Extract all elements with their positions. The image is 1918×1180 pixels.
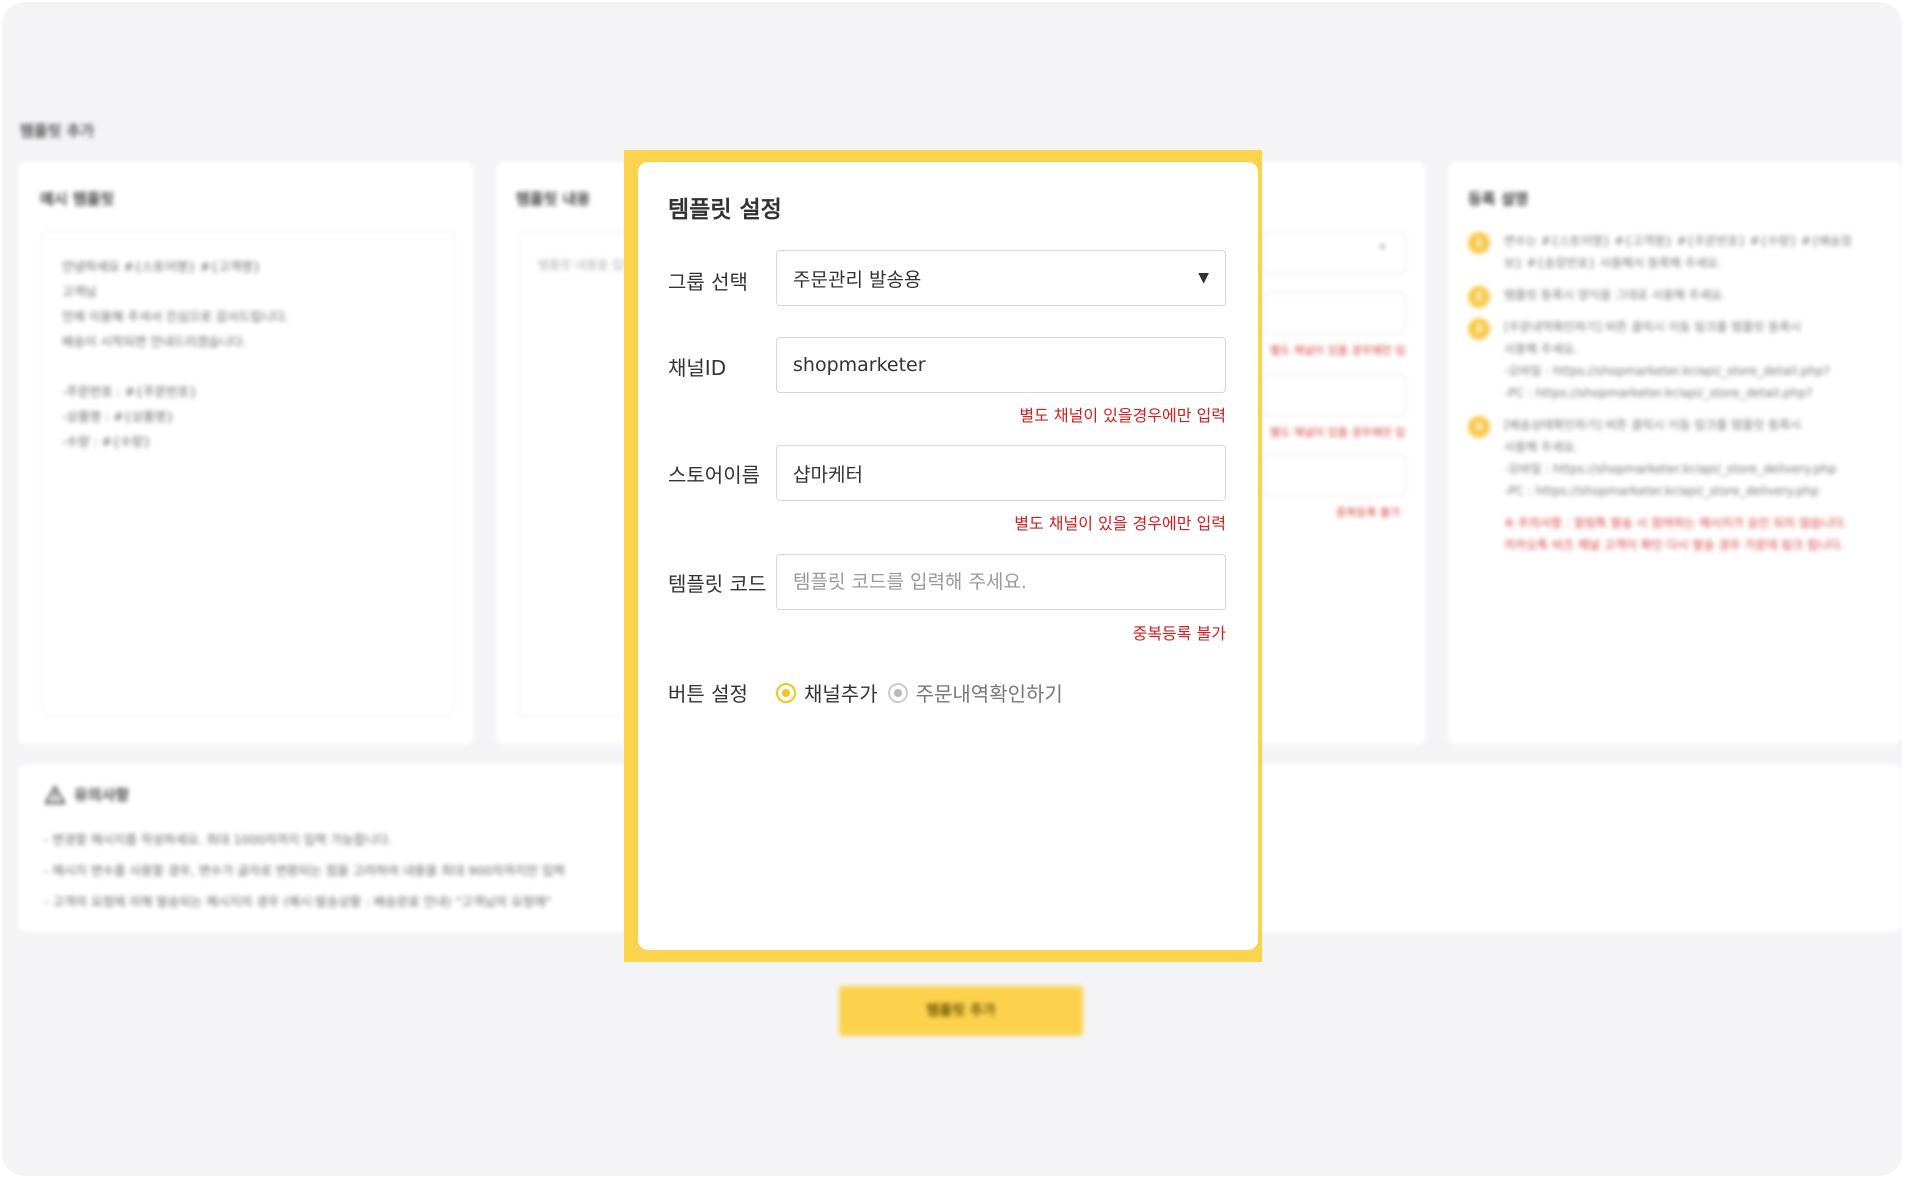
- radio-selected-icon: [776, 682, 796, 703]
- panel-title: 템플릿 설정: [668, 197, 782, 223]
- page-frame: 템플릿 추가 예시 템플릿 안녕하세요 #{스토어명} #{고객명} 고객님 언…: [2, 2, 1902, 1176]
- ghost-hint-1: 별도 채널이 있을 경우에만 입력: [1270, 344, 1404, 357]
- channel-id-label: 채널ID: [668, 356, 727, 380]
- guide-list: 1 변수는 #{스토어명} #{고객명} #{주문번호} #{수량} #{배송정 …: [1468, 230, 1888, 556]
- radio-order-check[interactable]: 주문내역확인하기: [887, 678, 1063, 707]
- guide-item: 1 변수는 #{스토어명} #{고객명} #{주문번호} #{수량} #{배송정 …: [1468, 230, 1888, 274]
- example-template-title: 예시 템플릿: [40, 190, 115, 208]
- button-setting-radios: 채널추가 주문내역확인하기: [776, 678, 1073, 707]
- section-title: 템플릿 추가: [20, 122, 95, 140]
- template-settings-panel: 템플릿 설정 그룹 선택 주문관리 발송용 ▼ 채널ID 별도 채널이 있을경우…: [638, 162, 1258, 950]
- guide-text: 변수는 #{스토어명} #{고객명} #{주문번호} #{수량} #{배송정 보…: [1504, 234, 1852, 270]
- ghost-select: [1262, 232, 1406, 274]
- guide-title: 등록 설명: [1468, 190, 1529, 208]
- guide-item: 2 템플릿 등록시 양식을 그대로 사용해 주세요.: [1468, 284, 1888, 308]
- example-template-text: 안녕하세요 #{스토어명} #{고객명} 고객님 언제 이용해 주셔서 진심으로…: [62, 259, 289, 449]
- template-code-input[interactable]: [776, 554, 1226, 610]
- guide-number: 4: [1468, 416, 1490, 438]
- notice-text: - 변경할 메시지를 작성하세요. 최대 1000자까지 입력 가능합니다. -…: [44, 832, 565, 909]
- template-content-title: 템플릿 내용: [516, 190, 591, 208]
- guide-item: 4 [배송상태확인하기] 버튼 클릭시 이동 링크를 템플릿 등록시 사용해 주세…: [1468, 414, 1888, 502]
- notice-title: 유의사항: [74, 786, 130, 804]
- group-select[interactable]: 주문관리 발송용 ▼: [776, 250, 1226, 306]
- radio-channel-add[interactable]: 채널추가: [776, 678, 878, 707]
- channel-id-hint: 별도 채널이 있을경우에만 입력: [1019, 406, 1226, 425]
- store-name-label: 스토어이름: [668, 463, 760, 487]
- radio-disabled-icon: [887, 682, 908, 703]
- guide-text: [배송상태확인하기] 버튼 클릭시 이동 링크를 템플릿 등록시 사용해 주세요…: [1504, 418, 1837, 498]
- button-setting-label: 버튼 설정: [668, 682, 748, 706]
- group-label: 그룹 선택: [668, 270, 748, 294]
- guide-text: [주문내역확인하기] 버튼 클릭시 이동 링크를 템플릿 등록시 사용해 주세요…: [1504, 320, 1830, 400]
- guide-text: 템플릿 등록시 양식을 그대로 사용해 주세요.: [1504, 288, 1726, 302]
- radio-label: 채널추가: [804, 682, 878, 706]
- notice-heading: 유의사항: [44, 784, 129, 805]
- group-select-value: 주문관리 발송용: [793, 268, 922, 291]
- template-content-box[interactable]: [518, 232, 640, 716]
- store-name-input[interactable]: [776, 445, 1226, 501]
- ghost-input-3: [1262, 454, 1406, 496]
- guide-number: 2: [1468, 286, 1490, 308]
- warning-triangle-icon: [44, 784, 66, 804]
- guide-number: 3: [1468, 318, 1490, 340]
- template-code-hint: 중복등록 불가: [1132, 624, 1226, 643]
- radio-label: 주문내역확인하기: [915, 682, 1063, 706]
- ghost-hint-2: 별도 채널이 있을 경우에만 입력: [1270, 426, 1404, 439]
- channel-id-input[interactable]: [776, 337, 1226, 393]
- add-template-button[interactable]: 템플릿 추가: [839, 986, 1083, 1036]
- template-content-placeholder: 템플릿 내용을 입력: [538, 258, 634, 272]
- ghost-hint-3: 중복등록 불가: [1336, 506, 1401, 519]
- caret-down-icon: ▼: [1198, 270, 1209, 286]
- ghost-input-1: [1262, 292, 1406, 334]
- guide-number: 1: [1468, 232, 1490, 254]
- ghost-input-2: [1262, 374, 1406, 416]
- ghost-caret-icon: ▾: [1380, 242, 1386, 253]
- store-name-hint: 별도 채널이 있을 경우에만 입력: [1014, 514, 1226, 533]
- template-code-label: 템플릿 코드: [668, 572, 767, 596]
- guide-warning: ※ 주의사항 : 알림톡 발송 시 참여하는 메시지가 승인 되지 않습니다. …: [1504, 516, 1848, 552]
- guide-item: 3 [주문내역확인하기] 버튼 클릭시 이동 링크를 템플릿 등록시 사용해 주세…: [1468, 316, 1888, 404]
